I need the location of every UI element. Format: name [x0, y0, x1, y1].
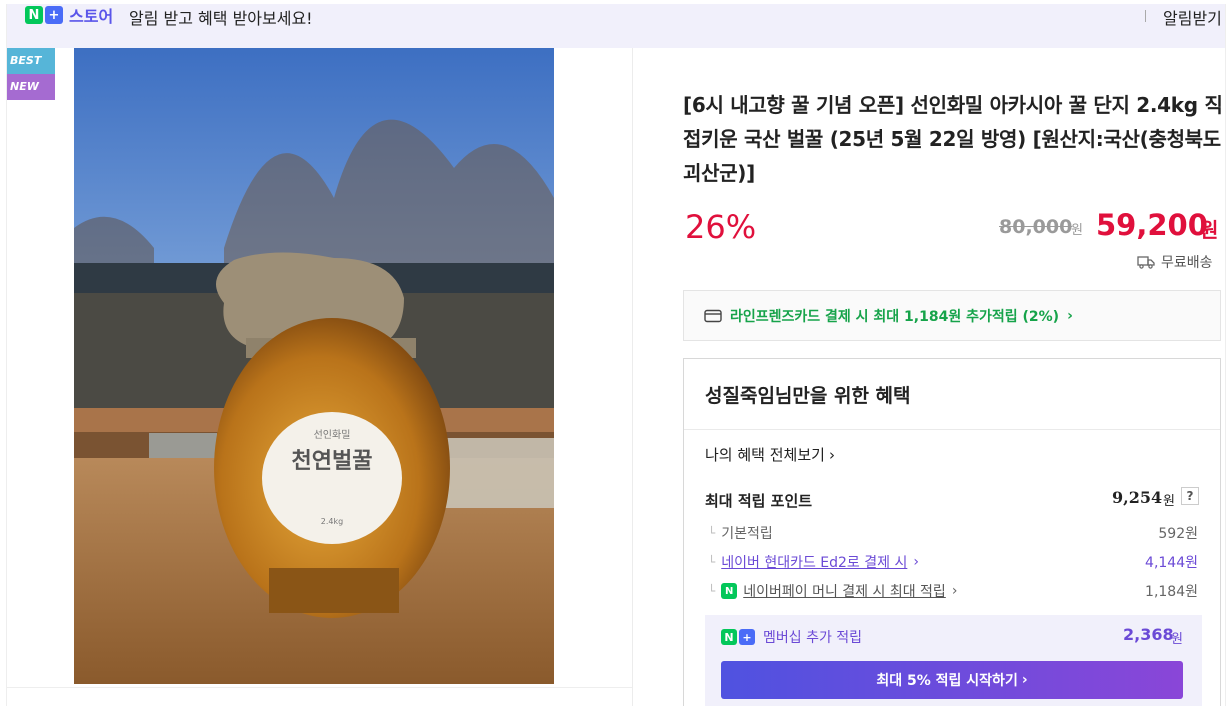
- chevron-right-icon: ›: [828, 445, 835, 464]
- card-offer-text: 라인프렌즈카드 결제 시 최대 1,184원 추가적립 (2%): [730, 308, 1060, 325]
- banner-divider: [1145, 10, 1146, 22]
- store-alert-banner: N + 스토어 알림 받고 혜택 받아보세요! 알림받기: [7, 4, 1225, 48]
- row-value: 592원: [1158, 526, 1198, 542]
- view-all-label: 나의 혜택 전체보기: [705, 446, 825, 464]
- tree-branch-icon: └: [708, 526, 716, 540]
- naver-plus-store-logo[interactable]: N + 스토어: [25, 6, 114, 26]
- original-price: 80,000: [999, 216, 1073, 238]
- help-icon[interactable]: ?: [1181, 487, 1199, 505]
- product-page: N + 스토어 알림 받고 혜택 받아보세요! 알림받기 BEST NEW 선인…: [6, 4, 1226, 706]
- alert-subscribe-button[interactable]: 알림받기: [1163, 5, 1222, 29]
- original-price-unit: 원: [1071, 223, 1083, 238]
- sale-price: 59,200: [1096, 208, 1208, 242]
- shipping-label: 무료배송: [1161, 255, 1213, 271]
- card-offer-banner[interactable]: 라인프렌즈카드 결제 시 최대 1,184원 추가적립 (2%) ›: [683, 290, 1221, 341]
- view-all-benefits-link[interactable]: 나의 혜택 전체보기 ›: [705, 444, 835, 465]
- honey-jar-photo: 선인화밀 천연벌꿀 2.4kg: [74, 48, 554, 684]
- max-points-unit: 원: [1163, 494, 1175, 509]
- shipping-info: 무료배송: [1137, 252, 1213, 272]
- npay-points-row[interactable]: └ N 네이버페이 머니 결제 시 최대 적립 ›: [708, 581, 957, 601]
- alert-message: 알림 받고 혜택 받아보세요!: [129, 9, 313, 28]
- product-title: [6시 내고향 꿀 기념 오픈] 선인화밀 아카시아 꿀 단지 2.4kg 직접…: [683, 93, 1223, 185]
- plus-icon: +: [739, 629, 755, 645]
- card-points-row[interactable]: └ 네이버 현대카드 Ed2로 결제 시 ›: [708, 552, 919, 572]
- benefits-title: 성질죽임님만을 위한 혜택: [705, 385, 911, 407]
- naver-plus-logo: N +: [721, 629, 755, 645]
- jar-label-weight: 2.4kg: [321, 517, 343, 526]
- max-points-label: 최대 적립 포인트: [705, 492, 813, 510]
- max-points-value: 9,254: [1112, 488, 1163, 507]
- row-value: 1,184원: [1145, 584, 1198, 600]
- row-label[interactable]: 네이버 현대카드 Ed2로 결제 시: [721, 552, 907, 572]
- membership-unit: 원: [1171, 632, 1183, 647]
- basic-points-row: └ 기본적립: [708, 523, 773, 543]
- naver-n-icon: N: [25, 6, 43, 24]
- npay-icon: N: [721, 583, 738, 599]
- store-label: 스토어: [69, 7, 114, 26]
- chevron-right-icon: ›: [1021, 672, 1028, 688]
- card-icon: [704, 309, 722, 322]
- benefits-divider: [684, 429, 1220, 430]
- plus-icon: +: [45, 6, 63, 24]
- tree-branch-icon: └: [708, 555, 716, 569]
- start-membership-button[interactable]: 최대 5% 적립 시작하기 ›: [721, 661, 1183, 699]
- truck-icon: [1137, 256, 1155, 269]
- membership-box: N + 멤버십 추가 적립 2,368 원 최대 5% 적립 시작하기 ›: [705, 615, 1202, 706]
- discount-rate: 26%: [685, 208, 757, 246]
- best-badge: BEST: [7, 48, 55, 74]
- chevron-right-icon: ›: [1067, 307, 1073, 324]
- cta-label: 최대 5% 적립 시작하기: [876, 673, 1018, 689]
- product-image[interactable]: 선인화밀 천연벌꿀 2.4kg: [74, 48, 554, 684]
- sale-price-unit: 원: [1200, 218, 1219, 242]
- benefits-panel: 성질죽임님만을 위한 혜택 나의 혜택 전체보기 › 최대 적립 포인트 9,2…: [683, 358, 1221, 706]
- chevron-right-icon: ›: [951, 583, 958, 599]
- chevron-right-icon: ›: [913, 554, 919, 570]
- column-divider: [632, 48, 633, 706]
- new-badge: NEW: [7, 74, 55, 100]
- jar-label-brand: 선인화밀: [314, 429, 351, 441]
- membership-value: 2,368: [1123, 625, 1174, 644]
- row-label[interactable]: 네이버페이 머니 결제 시 최대 적립: [743, 581, 946, 601]
- row-label: 기본적립: [721, 526, 773, 542]
- jar-label-title: 천연벌꿀: [292, 449, 373, 474]
- tree-branch-icon: └: [708, 584, 716, 598]
- image-bottom-divider: [7, 687, 632, 688]
- naver-n-icon: N: [721, 629, 737, 645]
- membership-label: 멤버십 추가 적립: [763, 630, 863, 646]
- row-value: 4,144원: [1145, 555, 1198, 571]
